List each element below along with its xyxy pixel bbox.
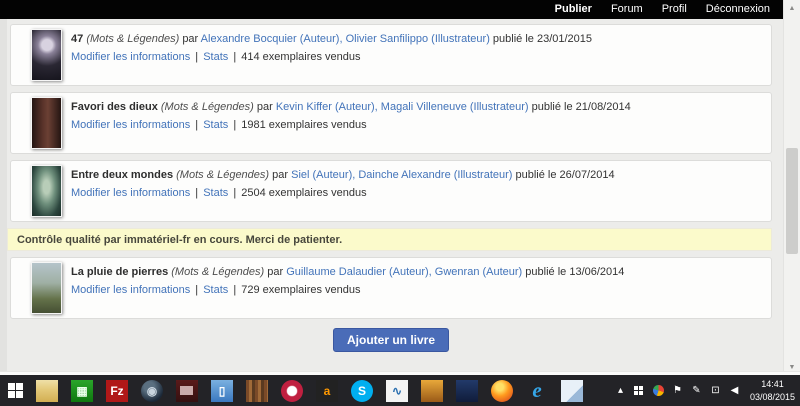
book-info: La pluie de pierres (Mots & Légendes) pa… xyxy=(71,262,624,314)
menu-item-profil[interactable]: Profil xyxy=(662,0,687,19)
scrollbar-thumb[interactable] xyxy=(786,148,798,254)
menu-item-deconnexion[interactable]: Déconnexion xyxy=(706,0,770,19)
separator: | xyxy=(195,284,198,296)
book-card: 47 (Mots & Légendes) par Alexandre Bocqu… xyxy=(10,24,772,86)
internet-explorer-icon[interactable]: e xyxy=(526,380,548,402)
start-button[interactable] xyxy=(8,383,23,398)
book-title: Entre deux mondes xyxy=(71,169,173,181)
system-tray: ▴ ⚑ ✎ ⊡ ◀ 14:41 03/08/2015 xyxy=(615,378,800,402)
taskbar-clock[interactable]: 14:41 03/08/2015 xyxy=(750,378,795,402)
windows-taskbar: ▦ Fz ◉ ▯ aS ∿ e ▴ ⚑ ✎ ⊡ ◀ 14:41 03/08/2015 xyxy=(0,375,800,406)
tray-app-circle-icon[interactable] xyxy=(653,385,664,396)
kindle-icon[interactable] xyxy=(421,380,443,402)
edit-info-link[interactable]: Modifier les informations xyxy=(71,284,190,296)
clock-time: 14:41 xyxy=(750,378,795,390)
book-title: Favori des dieux xyxy=(71,101,158,113)
stats-link[interactable]: Stats xyxy=(203,119,228,131)
alarm-clock-icon[interactable] xyxy=(281,380,303,402)
by-label: par xyxy=(182,33,198,45)
book-published-date: publié le 21/08/2014 xyxy=(532,101,631,113)
file-explorer-icon[interactable] xyxy=(36,380,58,402)
book-card: La pluie de pierres (Mots & Légendes) pa… xyxy=(10,257,772,319)
steam-icon[interactable]: ◉ xyxy=(141,380,163,402)
device-sync-icon[interactable]: ▯ xyxy=(211,380,233,402)
calculator-icon[interactable]: ▦ xyxy=(71,380,93,402)
book-cover-thumbnail[interactable] xyxy=(31,97,62,149)
book-info: 47 (Mots & Légendes) par Alexandre Bocqu… xyxy=(71,29,592,81)
menu-item-forum[interactable]: Forum xyxy=(611,0,643,19)
tray-windows-icon[interactable] xyxy=(634,386,645,395)
network-icon[interactable]: ⊡ xyxy=(710,385,721,397)
skype-icon[interactable]: S xyxy=(351,380,373,402)
stats-link[interactable]: Stats xyxy=(203,284,228,296)
site-header: Publier Forum Profil Déconnexion xyxy=(0,0,783,19)
book-published-date: publié le 13/06/2014 xyxy=(525,266,624,278)
book-series: (Mots & Légendes) xyxy=(171,266,264,278)
separator: | xyxy=(233,119,236,131)
firefox-icon[interactable] xyxy=(491,380,513,402)
by-label: par xyxy=(257,101,273,113)
book-info: Entre deux mondes (Mots & Légendes) par … xyxy=(71,165,615,217)
amazon-search-icon[interactable]: a xyxy=(316,380,338,402)
book-title: 47 xyxy=(71,33,83,45)
vertical-scrollbar[interactable]: ▲ ▼ xyxy=(783,0,800,375)
book-series: (Mots & Légendes) xyxy=(176,169,269,181)
filezilla-icon[interactable]: Fz xyxy=(106,380,128,402)
action-center-flag-icon[interactable]: ⚑ xyxy=(672,385,683,397)
stats-link[interactable]: Stats xyxy=(203,187,228,199)
book-authors-link[interactable]: Alexandre Bocquier (Auteur), Olivier San… xyxy=(201,33,490,45)
book-series: (Mots & Légendes) xyxy=(86,33,179,45)
desktop-screen: Publier Forum Profil Déconnexion 47 (Mot… xyxy=(0,0,800,406)
separator: | xyxy=(195,119,198,131)
by-label: par xyxy=(272,169,288,181)
book-card: Favori des dieux (Mots & Légendes) par K… xyxy=(10,92,772,154)
volume-icon[interactable]: ◀ xyxy=(729,385,740,397)
by-label: par xyxy=(267,266,283,278)
openoffice-icon[interactable]: ∿ xyxy=(386,380,408,402)
edit-info-link[interactable]: Modifier les informations xyxy=(71,51,190,63)
scroll-up-icon[interactable]: ▲ xyxy=(784,1,800,15)
kobo-reader-icon[interactable] xyxy=(456,380,478,402)
book-published-date: publié le 26/07/2014 xyxy=(516,169,615,181)
separator: | xyxy=(233,187,236,199)
copies-sold: 1981 exemplaires vendus xyxy=(241,119,366,131)
separator: | xyxy=(233,284,236,296)
book-published-date: publié le 23/01/2015 xyxy=(493,33,592,45)
separator: | xyxy=(195,187,198,199)
edit-info-link[interactable]: Modifier les informations xyxy=(71,187,190,199)
pen-input-icon[interactable]: ✎ xyxy=(691,385,702,397)
quality-control-notice: Contrôle qualité par immatériel-fr en co… xyxy=(7,228,772,251)
copies-sold: 2504 exemplaires vendus xyxy=(241,187,366,199)
separator: | xyxy=(195,51,198,63)
edit-info-link[interactable]: Modifier les informations xyxy=(71,119,190,131)
book-authors-link[interactable]: Siel (Auteur), Dainche Alexandre (Illust… xyxy=(291,169,512,181)
photo-viewer-icon[interactable] xyxy=(176,380,198,402)
book-card: Entre deux mondes (Mots & Légendes) par … xyxy=(10,160,772,222)
hidden-icons-arrow[interactable]: ▴ xyxy=(615,385,626,397)
clock-date: 03/08/2015 xyxy=(750,391,795,403)
separator: | xyxy=(233,51,236,63)
copies-sold: 729 exemplaires vendus xyxy=(241,284,360,296)
book-cover-thumbnail[interactable] xyxy=(31,262,62,314)
taskbar-icons: ▦ Fz ◉ ▯ aS ∿ e xyxy=(8,380,583,402)
book-authors-link[interactable]: Kevin Kiffer (Auteur), Magali Villeneuve… xyxy=(276,101,529,113)
book-list: 47 (Mots & Légendes) par Alexandre Bocqu… xyxy=(7,19,783,371)
stats-link[interactable]: Stats xyxy=(203,51,228,63)
copies-sold: 414 exemplaires vendus xyxy=(241,51,360,63)
book-authors-link[interactable]: Guillaume Dalaudier (Auteur), Gwenran (A… xyxy=(286,266,522,278)
menu-item-publier[interactable]: Publier xyxy=(555,0,592,19)
notepad-document-icon[interactable] xyxy=(561,380,583,402)
book-cover-thumbnail[interactable] xyxy=(31,29,62,81)
page-left-gutter xyxy=(0,19,7,371)
add-book-button[interactable]: Ajouter un livre xyxy=(333,328,449,352)
book-series: (Mots & Légendes) xyxy=(161,101,254,113)
calibre-library-icon[interactable] xyxy=(246,380,268,402)
book-cover-thumbnail[interactable] xyxy=(31,165,62,217)
book-title: La pluie de pierres xyxy=(71,266,168,278)
book-info: Favori des dieux (Mots & Légendes) par K… xyxy=(71,97,631,149)
